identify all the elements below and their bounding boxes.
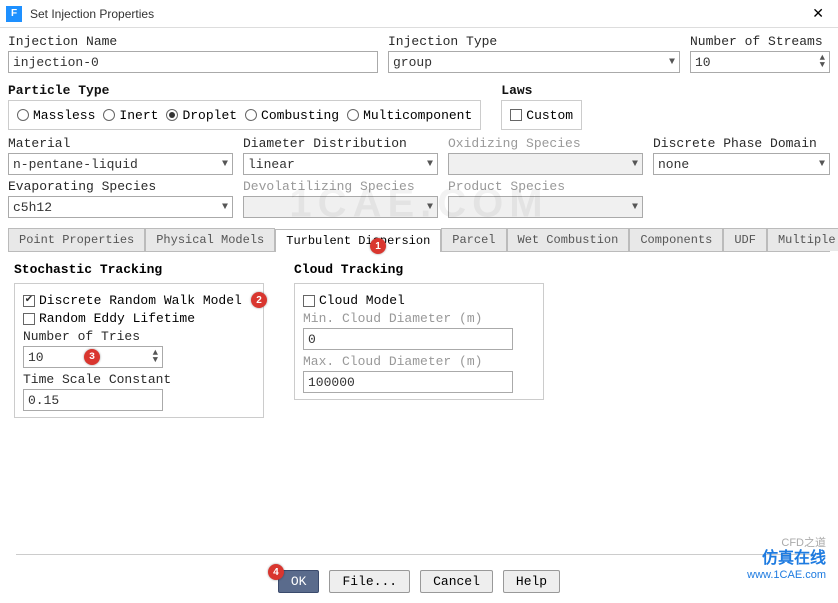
cloud-min-label: Min. Cloud Diameter (m) (303, 311, 535, 326)
chevron-down-icon: ▼ (427, 159, 433, 170)
oxidizing-select: ▼ (448, 153, 643, 175)
chevron-down-icon: ▼ (632, 202, 638, 213)
check-drw[interactable]: ✔Discrete Random Walk Model (23, 293, 255, 308)
marker-4: 4 (268, 564, 284, 580)
laws-group: Custom (501, 100, 582, 130)
check-custom[interactable]: Custom (510, 108, 573, 123)
file-button[interactable]: File... (329, 570, 410, 593)
radio-massless[interactable]: Massless (17, 108, 95, 123)
tab-multiple-reactions[interactable]: Multiple Reactions (767, 228, 838, 251)
material-label: Material (8, 136, 233, 151)
cancel-button[interactable]: Cancel (420, 570, 493, 593)
num-streams-spinner[interactable]: 10 ▲▼ (690, 51, 830, 73)
chevron-down-icon: ▼ (819, 159, 825, 170)
window-title: Set Injection Properties (30, 7, 804, 21)
injection-type-select[interactable]: group ▼ (388, 51, 680, 73)
turbulent-dispersion-panel: Stochastic Tracking ✔Discrete Random Wal… (8, 252, 830, 428)
injection-type-label: Injection Type (388, 34, 680, 49)
diameter-dist-select[interactable]: linear▼ (243, 153, 438, 175)
material-select[interactable]: n-pentane-liquid▼ (8, 153, 233, 175)
help-button[interactable]: Help (503, 570, 560, 593)
check-rel[interactable]: Random Eddy Lifetime (23, 311, 255, 326)
chevron-down-icon: ▼ (222, 159, 228, 170)
devol-species-select: ▼ (243, 196, 438, 218)
devol-species-label: Devolatilizing Species (243, 179, 438, 194)
product-species-label: Product Species (448, 179, 643, 194)
stochastic-box: ✔Discrete Random Walk Model Random Eddy … (14, 283, 264, 418)
tab-turbulent-dispersion[interactable]: Turbulent Dispersion (275, 229, 441, 252)
tab-parcel[interactable]: Parcel (441, 228, 506, 251)
cloud-title: Cloud Tracking (294, 262, 544, 277)
chevron-down-icon: ▼ (427, 202, 433, 213)
titlebar: F Set Injection Properties ✕ (0, 0, 838, 28)
marker-3: 3 (84, 349, 100, 365)
particle-type-title: Particle Type (8, 83, 481, 98)
chevron-down-icon: ▼ (222, 202, 228, 213)
stochastic-title: Stochastic Tracking (14, 262, 264, 277)
evap-species-label: Evaporating Species (8, 179, 233, 194)
tab-wet-combustion[interactable]: Wet Combustion (507, 228, 630, 251)
spinner-arrows-icon[interactable]: ▲▼ (820, 55, 825, 69)
tab-udf[interactable]: UDF (723, 228, 767, 251)
tries-label: Number of Tries (23, 329, 255, 344)
diameter-dist-label: Diameter Distribution (243, 136, 438, 151)
spinner-arrows-icon[interactable]: ▲▼ (153, 350, 158, 364)
tsc-input[interactable] (23, 389, 163, 411)
close-icon[interactable]: ✕ (804, 3, 832, 24)
footer-buttons: 4 OK File... Cancel Help (0, 570, 838, 593)
injection-name-label: Injection Name (8, 34, 378, 49)
marker-1: 1 (370, 238, 386, 254)
chevron-down-icon: ▼ (632, 159, 638, 170)
radio-multicomponent[interactable]: Multicomponent (347, 108, 472, 123)
discrete-phase-select[interactable]: none▼ (653, 153, 830, 175)
watermark-right: CFD之道 仿真在线 www.1CAE.com (747, 535, 826, 583)
cloud-max-input (303, 371, 513, 393)
tab-point-properties[interactable]: Point Properties (8, 228, 145, 251)
chevron-down-icon: ▼ (669, 57, 675, 68)
ok-button[interactable]: OK (278, 570, 320, 593)
tsc-label: Time Scale Constant (23, 372, 255, 387)
cloud-box: Cloud Model Min. Cloud Diameter (m) Max.… (294, 283, 544, 400)
app-icon: F (6, 6, 22, 22)
cloud-min-input (303, 328, 513, 350)
check-cloud-model[interactable]: Cloud Model (303, 293, 535, 308)
tab-components[interactable]: Components (629, 228, 723, 251)
marker-2: 2 (251, 292, 267, 308)
radio-combusting[interactable]: Combusting (245, 108, 339, 123)
tabs: Point Properties Physical Models Turbule… (8, 228, 830, 252)
particle-type-group: Massless Inert Droplet Combusting Multic… (8, 100, 481, 130)
evap-species-select[interactable]: c5h12▼ (8, 196, 233, 218)
num-streams-label: Number of Streams (690, 34, 830, 49)
product-species-select: ▼ (448, 196, 643, 218)
injection-name-input[interactable] (8, 51, 378, 73)
radio-inert[interactable]: Inert (103, 108, 158, 123)
cloud-max-label: Max. Cloud Diameter (m) (303, 354, 535, 369)
discrete-phase-label: Discrete Phase Domain (653, 136, 830, 151)
tries-spinner[interactable]: 10 ▲▼ 3 (23, 346, 163, 368)
radio-droplet[interactable]: Droplet (166, 108, 237, 123)
laws-title: Laws (501, 83, 582, 98)
tab-physical-models[interactable]: Physical Models (145, 228, 275, 251)
oxidizing-label: Oxidizing Species (448, 136, 643, 151)
